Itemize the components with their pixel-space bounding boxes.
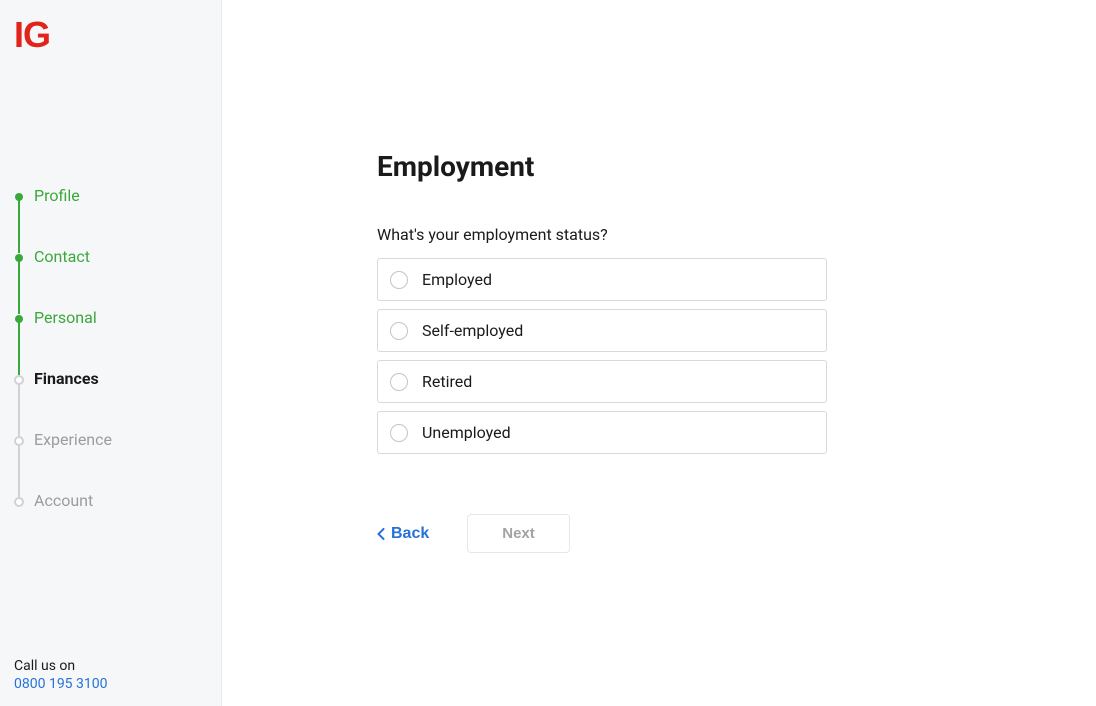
sidebar: IG Profile Contact Personal Finances Exp…: [0, 0, 222, 706]
form-content: Employment What's your employment status…: [377, 150, 827, 553]
radio-group: Employed Self-employed Retired Unemploye…: [377, 258, 827, 454]
step-dot-icon: [15, 254, 23, 262]
radio-icon: [390, 373, 408, 391]
step-label: Finances: [34, 369, 221, 388]
option-unemployed[interactable]: Unemployed: [377, 411, 827, 454]
step-line: [18, 322, 20, 375]
step-profile[interactable]: Profile: [14, 186, 221, 247]
step-dot-icon: [15, 315, 23, 323]
step-line: [18, 200, 20, 253]
option-retired[interactable]: Retired: [377, 360, 827, 403]
next-button[interactable]: Next: [467, 514, 570, 553]
option-label: Unemployed: [422, 423, 511, 442]
chevron-left-icon: [377, 528, 385, 540]
form-actions: Back Next: [377, 514, 827, 553]
step-label: Contact: [34, 247, 221, 266]
back-button[interactable]: Back: [377, 525, 429, 543]
question-label: What's your employment status?: [377, 225, 827, 244]
back-label: Back: [391, 525, 429, 543]
step-finances[interactable]: Finances: [14, 369, 221, 430]
main-content: Employment What's your employment status…: [222, 0, 1096, 706]
step-label: Account: [34, 491, 221, 510]
step-dot-icon: [15, 193, 23, 201]
phone-link[interactable]: 0800 195 3100: [14, 676, 108, 692]
radio-icon: [390, 424, 408, 442]
page-title: Employment: [377, 150, 827, 183]
logo: IG: [0, 0, 221, 56]
step-experience[interactable]: Experience: [14, 430, 221, 491]
step-dot-icon: [14, 436, 24, 446]
option-label: Employed: [422, 270, 492, 289]
step-account[interactable]: Account: [14, 491, 221, 510]
step-label: Profile: [34, 186, 221, 205]
step-dot-icon: [14, 497, 24, 507]
sidebar-footer: Call us on 0800 195 3100: [14, 658, 108, 692]
step-line: [18, 444, 20, 497]
step-personal[interactable]: Personal: [14, 308, 221, 369]
option-employed[interactable]: Employed: [377, 258, 827, 301]
call-label: Call us on: [14, 658, 108, 674]
step-label: Personal: [34, 308, 221, 327]
option-label: Retired: [422, 372, 472, 391]
step-contact[interactable]: Contact: [14, 247, 221, 308]
step-dot-icon: [14, 375, 24, 385]
radio-icon: [390, 271, 408, 289]
progress-steps: Profile Contact Personal Finances Experi…: [0, 186, 221, 510]
step-line: [18, 261, 20, 314]
step-line: [18, 383, 20, 436]
step-label: Experience: [34, 430, 221, 449]
option-label: Self-employed: [422, 321, 523, 340]
radio-icon: [390, 322, 408, 340]
option-self-employed[interactable]: Self-employed: [377, 309, 827, 352]
